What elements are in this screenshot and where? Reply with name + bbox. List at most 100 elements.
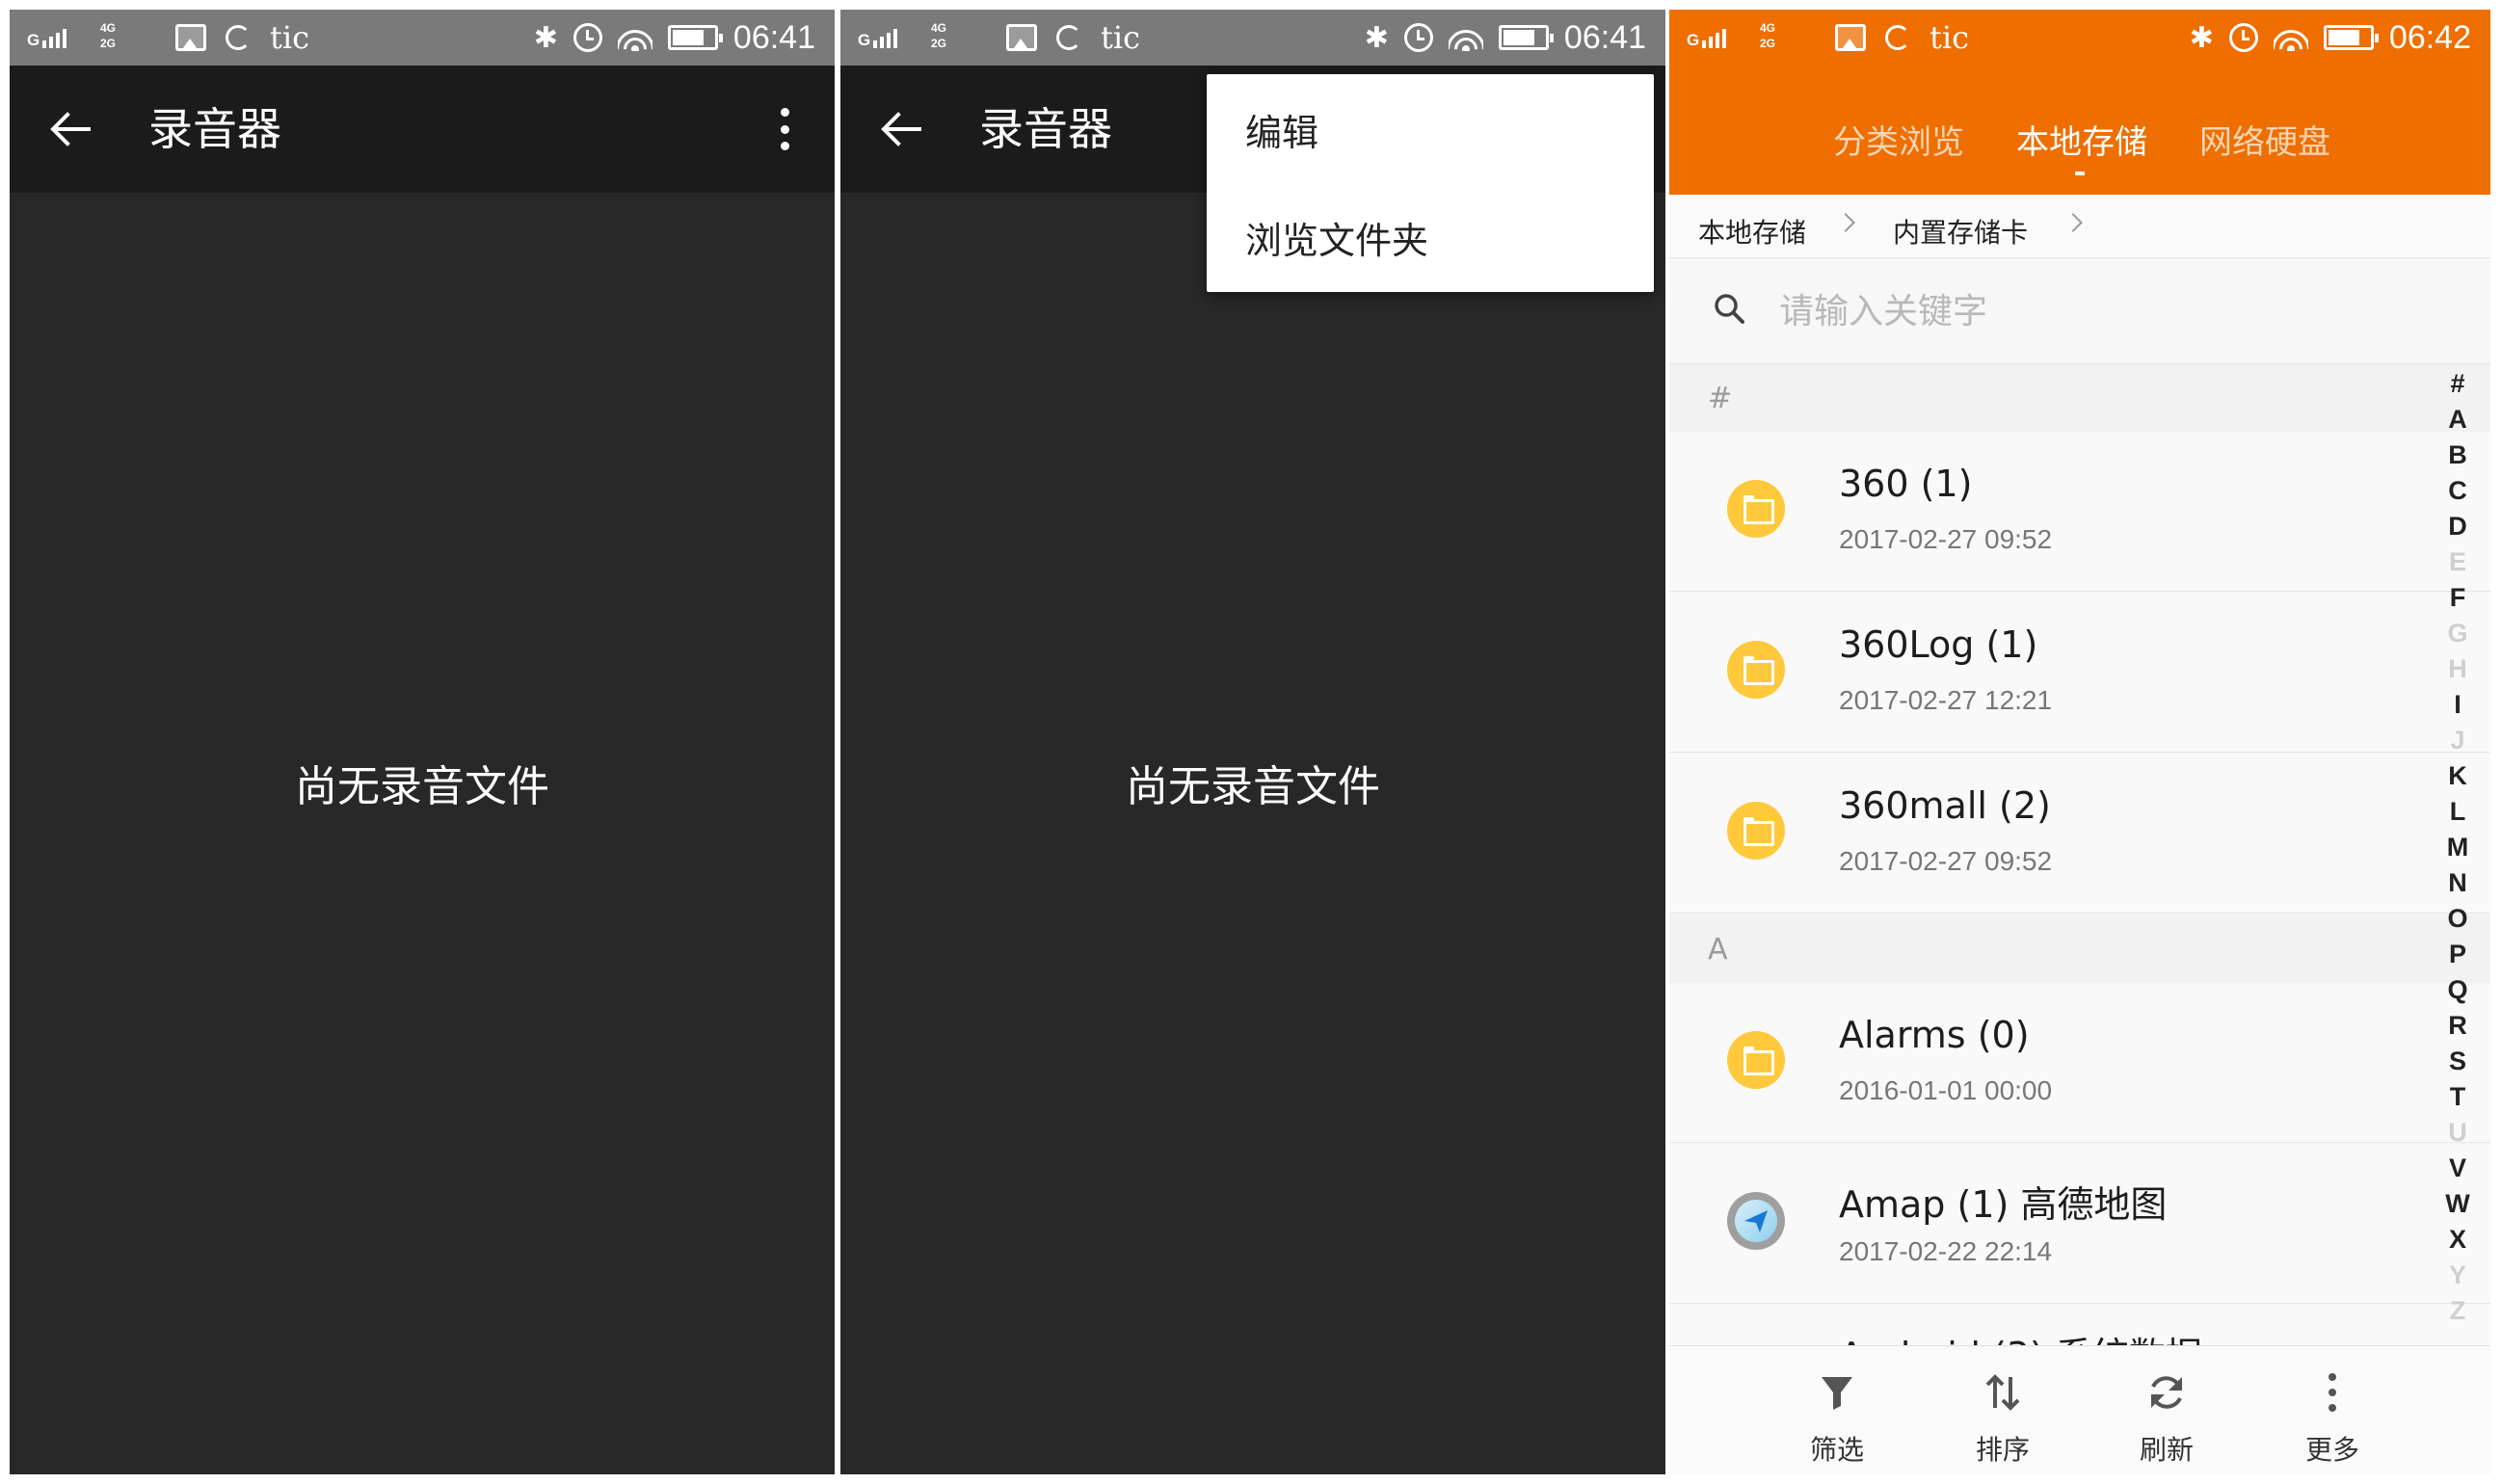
wifi-icon — [1448, 24, 1483, 51]
bluetooth-icon: ✱ — [2189, 20, 2214, 55]
network-type-icon: 4G 2G — [931, 21, 947, 50]
alphabet-index-letter[interactable]: X — [2436, 1222, 2479, 1258]
alarm-icon — [572, 23, 602, 52]
alarm-icon — [2228, 23, 2258, 52]
alphabet-index-letter[interactable]: N — [2436, 865, 2479, 901]
item-date: 2016-01-01 00:00 — [1839, 1075, 2053, 1105]
network-type-icon: 4G 2G — [1760, 21, 1776, 50]
sort-button[interactable]: 排序 — [1926, 1346, 2080, 1474]
overflow-menu-icon[interactable] — [779, 108, 790, 150]
amap-app-icon — [1727, 1192, 1785, 1250]
alarm-icon — [1403, 23, 1433, 52]
item-name: 360 (1) — [1839, 463, 1973, 505]
app-title: 录音器 — [148, 103, 281, 155]
carrier-label: tic — [1101, 19, 1141, 56]
back-arrow-icon[interactable] — [48, 112, 91, 146]
cellular-signal-icon: G — [858, 23, 912, 52]
alphabet-index-letter[interactable]: I — [2436, 687, 2479, 723]
item-date: 2017-02-27 09:52 — [1839, 846, 2053, 876]
clock: 06:42 — [2388, 18, 2471, 56]
menu-item-browse-folder[interactable]: 浏览文件夹 — [1245, 211, 1428, 264]
item-name: Alarms (0) — [1839, 1014, 2030, 1056]
refresh-button[interactable]: 刷新 — [2089, 1346, 2244, 1474]
alphabet-index-letter[interactable]: R — [2436, 1008, 2479, 1044]
alphabet-index[interactable]: # A B C D E F G H I J K L M N O P Q R S T U V W X Y Z — [2436, 366, 2479, 1329]
empty-state-message: 尚无录音文件 — [295, 762, 549, 811]
filter-icon — [1822, 1377, 1852, 1410]
alphabet-index-letter[interactable]: C — [2436, 473, 2479, 509]
section-header: # — [1669, 364, 2490, 432]
alphabet-index-letter[interactable]: F — [2436, 580, 2479, 616]
alphabet-index-letter[interactable]: K — [2436, 758, 2479, 794]
refresh-icon — [2151, 1376, 2182, 1409]
item-name: 360Log (1) — [1839, 623, 2038, 666]
tab-local-storage[interactable]: 本地存储 — [2016, 116, 2147, 163]
cellular-signal-icon: G — [1687, 23, 1741, 52]
list-item[interactable]: 360Log (1) 2017-02-27 12:21 — [1669, 593, 2490, 753]
search-input[interactable] — [1779, 289, 2280, 333]
alphabet-index-letter[interactable]: L — [2436, 794, 2479, 830]
list-item[interactable]: Amap (1) 高德地图 2017-02-22 22:14 — [1669, 1144, 2490, 1304]
alphabet-index-letter[interactable]: A — [2436, 402, 2479, 437]
alphabet-index-letter[interactable]: J — [2436, 723, 2479, 758]
battery-icon — [2323, 25, 2379, 50]
alphabet-index-letter[interactable]: G — [2436, 616, 2479, 651]
breadcrumb-internal-storage[interactable]: 内置存储卡 — [1893, 212, 2028, 251]
alphabet-index-letter[interactable]: S — [2436, 1044, 2479, 1079]
alphabet-index-letter[interactable]: W — [2436, 1186, 2479, 1222]
folder-icon — [1727, 641, 1785, 699]
alphabet-index-letter[interactable]: E — [2436, 544, 2479, 580]
search-icon — [1715, 294, 1744, 324]
more-button[interactable]: 更多 — [2255, 1346, 2409, 1474]
alphabet-index-letter[interactable]: U — [2436, 1115, 2479, 1151]
item-date: 2017-02-27 09:52 — [1839, 524, 2053, 554]
alphabet-index-letter[interactable]: V — [2436, 1151, 2479, 1186]
alphabet-index-letter[interactable]: M — [2436, 830, 2479, 865]
alphabet-index-letter[interactable]: B — [2436, 437, 2479, 473]
image-notification-icon — [175, 24, 206, 51]
overflow-menu: 编辑 浏览文件夹 — [1207, 74, 1654, 292]
wifi-icon — [617, 24, 652, 51]
app-title: 录音器 — [979, 103, 1112, 155]
sync-icon — [1056, 25, 1081, 50]
alphabet-index-letter[interactable]: Q — [2436, 972, 2479, 1008]
bottom-toolbar: 筛选 排序 刷新 更多 — [1669, 1345, 2490, 1474]
item-name: Amap (1) 高德地图 — [1839, 1183, 2168, 1226]
wifi-icon — [2273, 24, 2308, 51]
list-item[interactable]: 360mall (2) 2017-02-27 09:52 — [1669, 754, 2490, 914]
back-arrow-icon[interactable] — [879, 112, 921, 146]
network-type-icon: 4G 2G — [100, 21, 117, 50]
alphabet-index-letter[interactable]: D — [2436, 509, 2479, 544]
file-manager-screen: G 4G 2G tic ✱ 06:42 分类浏览 本地存储 网络硬盘 本地存储 内置存储卡… — [1669, 10, 2490, 1474]
tab-cloud-drive[interactable]: 网络硬盘 — [2199, 116, 2330, 163]
image-notification-icon — [1006, 24, 1037, 51]
chevron-right-icon — [2063, 213, 2083, 232]
alphabet-index-letter[interactable]: Y — [2436, 1258, 2479, 1293]
status-bar: G 4G 2G tic ✱ 06:41 — [10, 10, 835, 66]
more-vertical-icon — [2329, 1373, 2336, 1412]
list-item[interactable]: 360 (1) 2017-02-27 09:52 — [1669, 432, 2490, 592]
alphabet-index-letter[interactable]: T — [2436, 1079, 2479, 1115]
clock: 06:41 — [732, 18, 815, 56]
breadcrumb: 本地存储 内置存储卡 — [1669, 195, 2490, 258]
bluetooth-icon: ✱ — [1364, 20, 1389, 55]
alphabet-index-letter[interactable]: O — [2436, 901, 2479, 937]
cellular-signal-icon: G — [27, 23, 81, 52]
filter-button[interactable]: 筛选 — [1760, 1346, 1914, 1474]
alphabet-index-letter[interactable]: # — [2436, 366, 2479, 402]
breadcrumb-local-storage[interactable]: 本地存储 — [1698, 212, 1806, 251]
alphabet-index-letter[interactable]: P — [2436, 937, 2479, 972]
status-bar: G 4G 2G tic ✱ 06:42 — [1669, 10, 2490, 66]
menu-item-edit[interactable]: 编辑 — [1245, 103, 1318, 156]
section-header: A — [1669, 915, 2490, 983]
tab-category-browse[interactable]: 分类浏览 — [1833, 116, 1964, 163]
list-item[interactable]: Alarms (0) 2016-01-01 00:00 — [1669, 983, 2490, 1143]
alphabet-index-letter[interactable]: H — [2436, 651, 2479, 687]
bluetooth-icon: ✱ — [533, 20, 558, 55]
alphabet-index-letter[interactable]: Z — [2436, 1293, 2479, 1329]
battery-icon — [1498, 25, 1554, 50]
item-name: 360mall (2) — [1839, 784, 2051, 827]
sort-icon — [1985, 1374, 2020, 1411]
item-date: 2017-02-22 22:14 — [1839, 1236, 2053, 1266]
carrier-label: tic — [270, 19, 310, 56]
